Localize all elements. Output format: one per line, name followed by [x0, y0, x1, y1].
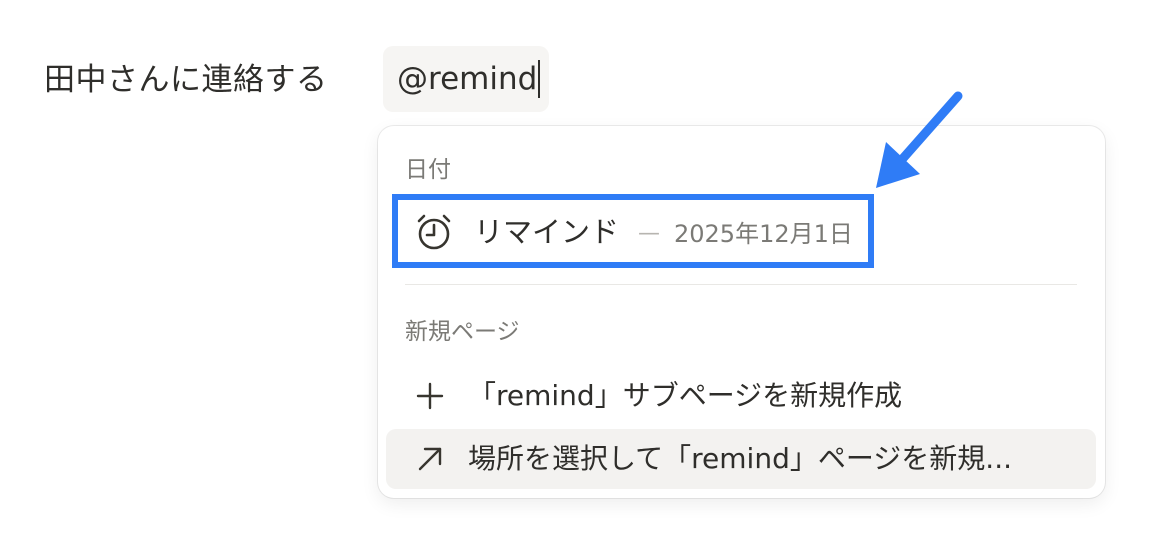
section-label-new-page: 新規ページ — [405, 319, 520, 345]
arrow-up-right-icon — [418, 447, 442, 471]
menu-item-create-subpage-label: 「remind」サブページを新規作成 — [468, 379, 903, 412]
arrow-pointer-icon — [876, 91, 963, 188]
menu-item-remind[interactable]: リマインド — 2025年12月1日 — [392, 194, 874, 268]
mention-suggestion-menu: 日付 リマインド — 2025年12月1日 新規ページ 「remind」サブペー… — [378, 126, 1105, 498]
menu-divider — [405, 284, 1077, 285]
alarm-clock-icon — [417, 214, 451, 250]
mention-query-text: @remind — [397, 61, 538, 97]
mention-input-chip[interactable]: @remind — [383, 46, 549, 112]
section-label-date: 日付 — [405, 157, 451, 183]
text-caret — [538, 60, 541, 98]
menu-item-create-page-in-location[interactable]: 場所を選択して「remind」ページを新規... — [386, 429, 1096, 489]
block-text[interactable]: 田中さんに連絡する — [44, 56, 328, 104]
menu-item-create-page-in-location-label: 場所を選択して「remind」ページを新規... — [468, 442, 1013, 475]
menu-item-create-subpage[interactable]: 「remind」サブページを新規作成 — [386, 366, 1096, 426]
plus-icon — [416, 382, 444, 410]
menu-item-remind-date: 2025年12月1日 — [674, 220, 853, 248]
menu-item-separator: — — [638, 221, 660, 246]
menu-item-remind-label: リマインド — [474, 215, 620, 249]
